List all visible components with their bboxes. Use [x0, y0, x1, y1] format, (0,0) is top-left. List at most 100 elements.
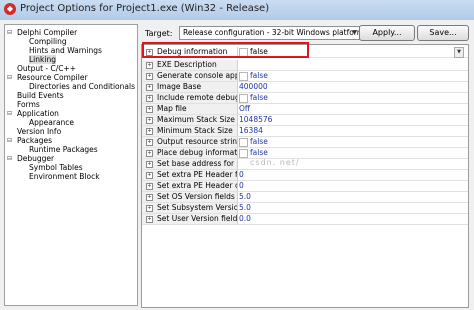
apply-button[interactable]: Apply...: [359, 25, 415, 41]
tree-item-label: Delphi Compiler: [17, 28, 78, 37]
property-value[interactable]: false: [238, 71, 467, 81]
property-grid[interactable]: + Debug information false ▼ + EXE Description…: [141, 44, 469, 308]
property-value[interactable]: 16384: [238, 126, 467, 136]
tree-item[interactable]: Linking: [29, 55, 56, 64]
tree-item-label: Resource Compiler: [17, 73, 88, 82]
checkbox[interactable]: [239, 72, 248, 81]
property-row[interactable]: + Output resource string .drc file false: [142, 137, 468, 148]
tree-item[interactable]: Directories and Conditionals: [29, 82, 135, 91]
property-value[interactable]: 0: [238, 181, 467, 191]
expand-plus-icon[interactable]: +: [146, 216, 153, 223]
tree-item[interactable]: Environment Block: [29, 172, 100, 181]
property-row[interactable]: + Set OS Version fields in PE Headers5.0: [142, 192, 468, 203]
property-value[interactable]: false: [238, 93, 467, 103]
tree-item[interactable]: Output - C/C++: [17, 64, 76, 73]
property-value[interactable]: false: [238, 137, 467, 147]
expand-plus-icon[interactable]: +: [146, 84, 153, 91]
expand-toggle-icon[interactable]: ⊟: [7, 109, 12, 118]
property-value[interactable]: 5.0: [238, 203, 467, 213]
expand-plus-icon[interactable]: +: [146, 183, 153, 190]
expand-plus-icon[interactable]: +: [146, 62, 153, 69]
checkbox[interactable]: [239, 149, 248, 158]
property-row[interactable]: + Set base address for relocatable images: [142, 159, 468, 170]
property-value[interactable]: [238, 60, 467, 70]
tree-item[interactable]: Symbol Tables: [29, 163, 83, 172]
expand-toggle-icon[interactable]: ⊟: [7, 73, 12, 82]
tree-item[interactable]: ⊟ Resource Compiler: [7, 73, 88, 82]
tree-item-label: Application: [17, 109, 59, 118]
chevron-down-icon[interactable]: ▼: [454, 47, 464, 58]
tree-item[interactable]: ⊟ Packages: [7, 136, 52, 145]
property-value[interactable]: 0.0: [238, 214, 467, 224]
property-value[interactable]: false: [238, 148, 467, 158]
property-row[interactable]: + Set extra PE Header flags0: [142, 170, 468, 181]
property-value-text: 400000: [239, 82, 268, 91]
options-tree[interactable]: ⊟ Delphi Compiler Compiling Hints and Warni…: [4, 24, 138, 306]
expand-plus-icon[interactable]: +: [146, 106, 153, 113]
property-row[interactable]: + Include remote debug symbols false: [142, 93, 468, 104]
tree-item[interactable]: Runtime Packages: [29, 145, 98, 154]
property-row[interactable]: + EXE Description: [142, 60, 468, 71]
property-name-label: EXE Description: [157, 60, 217, 69]
expand-plus-icon[interactable]: +: [146, 205, 153, 212]
expand-plus-icon[interactable]: +: [146, 161, 153, 168]
property-value[interactable]: 400000: [238, 82, 467, 92]
property-value-text: false: [250, 137, 268, 146]
save-button[interactable]: Save...: [417, 25, 469, 41]
tree-item[interactable]: ⊟ Delphi Compiler: [7, 28, 78, 37]
property-row[interactable]: + Maximum Stack Size 1048576: [142, 115, 468, 126]
property-value[interactable]: 1048576: [238, 115, 467, 125]
property-name: + Generate console application: [142, 71, 238, 81]
expand-toggle-icon[interactable]: ⊟: [7, 28, 12, 37]
expand-plus-icon[interactable]: +: [146, 117, 153, 124]
expand-plus-icon[interactable]: +: [146, 194, 153, 201]
expand-plus-icon[interactable]: +: [146, 172, 153, 179]
property-name-label: Place debug information in separate TDS …: [157, 148, 238, 157]
highlight-box: [142, 42, 309, 58]
tree-item-label: Runtime Packages: [29, 145, 98, 154]
tree-item[interactable]: ⊟ Application: [7, 109, 59, 118]
property-row[interactable]: + Map file Off: [142, 104, 468, 115]
tree-item[interactable]: ⊟ Debugger: [7, 154, 54, 163]
tree-item[interactable]: Version Info: [17, 127, 61, 136]
tree-item[interactable]: Build Events: [17, 91, 64, 100]
property-name: + Set Subsystem Version fields in PE Head…: [142, 203, 238, 213]
tree-item[interactable]: Compiling: [29, 37, 67, 46]
expand-plus-icon[interactable]: +: [146, 73, 153, 80]
tree-item-label: Directories and Conditionals: [29, 82, 135, 91]
property-name: + Map file: [142, 104, 238, 114]
checkbox[interactable]: [239, 94, 248, 103]
property-row[interactable]: + Generate console application false: [142, 71, 468, 82]
property-value[interactable]: 0: [238, 170, 467, 180]
expand-toggle-icon[interactable]: ⊟: [7, 136, 12, 145]
tree-item[interactable]: Appearance: [29, 118, 74, 127]
property-name: + Minimum Stack Size: [142, 126, 238, 136]
expand-toggle-icon[interactable]: ⊟: [7, 154, 12, 163]
property-name: + Set extra PE Header flags: [142, 170, 238, 180]
property-row[interactable]: + Set extra PE Header optional flags0: [142, 181, 468, 192]
expand-plus-icon[interactable]: +: [146, 95, 153, 102]
tree-item[interactable]: Hints and Warnings: [29, 46, 102, 55]
target-dropdown[interactable]: Release configuration - 32-bit Windows p…: [179, 26, 360, 40]
property-name-label: Set OS Version fields in PE Headers: [157, 192, 237, 201]
property-row[interactable]: + Minimum Stack Size 16384: [142, 126, 468, 137]
property-name-label: Maximum Stack Size: [157, 115, 235, 124]
expand-plus-icon[interactable]: +: [146, 139, 153, 146]
tree-item-label: Environment Block: [29, 172, 100, 181]
property-name: + Output resource string .drc file: [142, 137, 238, 147]
property-row[interactable]: + Place debug information in separate TDS…: [142, 148, 468, 159]
delphi-app-icon: ◆: [4, 3, 16, 15]
property-row[interactable]: + Set Subsystem Version fields in PE Head…: [142, 203, 468, 214]
property-value[interactable]: 5.0: [238, 192, 467, 202]
property-row[interactable]: + Image Base 400000: [142, 82, 468, 93]
property-row[interactable]: + Set User Version fields in PE Headers0.…: [142, 214, 468, 225]
tree-item-label: Appearance: [29, 118, 75, 127]
property-value[interactable]: Off: [238, 104, 467, 114]
checkbox[interactable]: [239, 138, 248, 147]
chevron-down-icon[interactable]: ▼: [352, 27, 357, 39]
property-value-text: 5.0: [239, 203, 251, 212]
expand-plus-icon[interactable]: +: [146, 150, 153, 157]
title-bar: ◆ Project Options for Project1.exe (Win3…: [0, 0, 474, 21]
expand-plus-icon[interactable]: +: [146, 128, 153, 135]
tree-item[interactable]: Forms: [17, 100, 40, 109]
